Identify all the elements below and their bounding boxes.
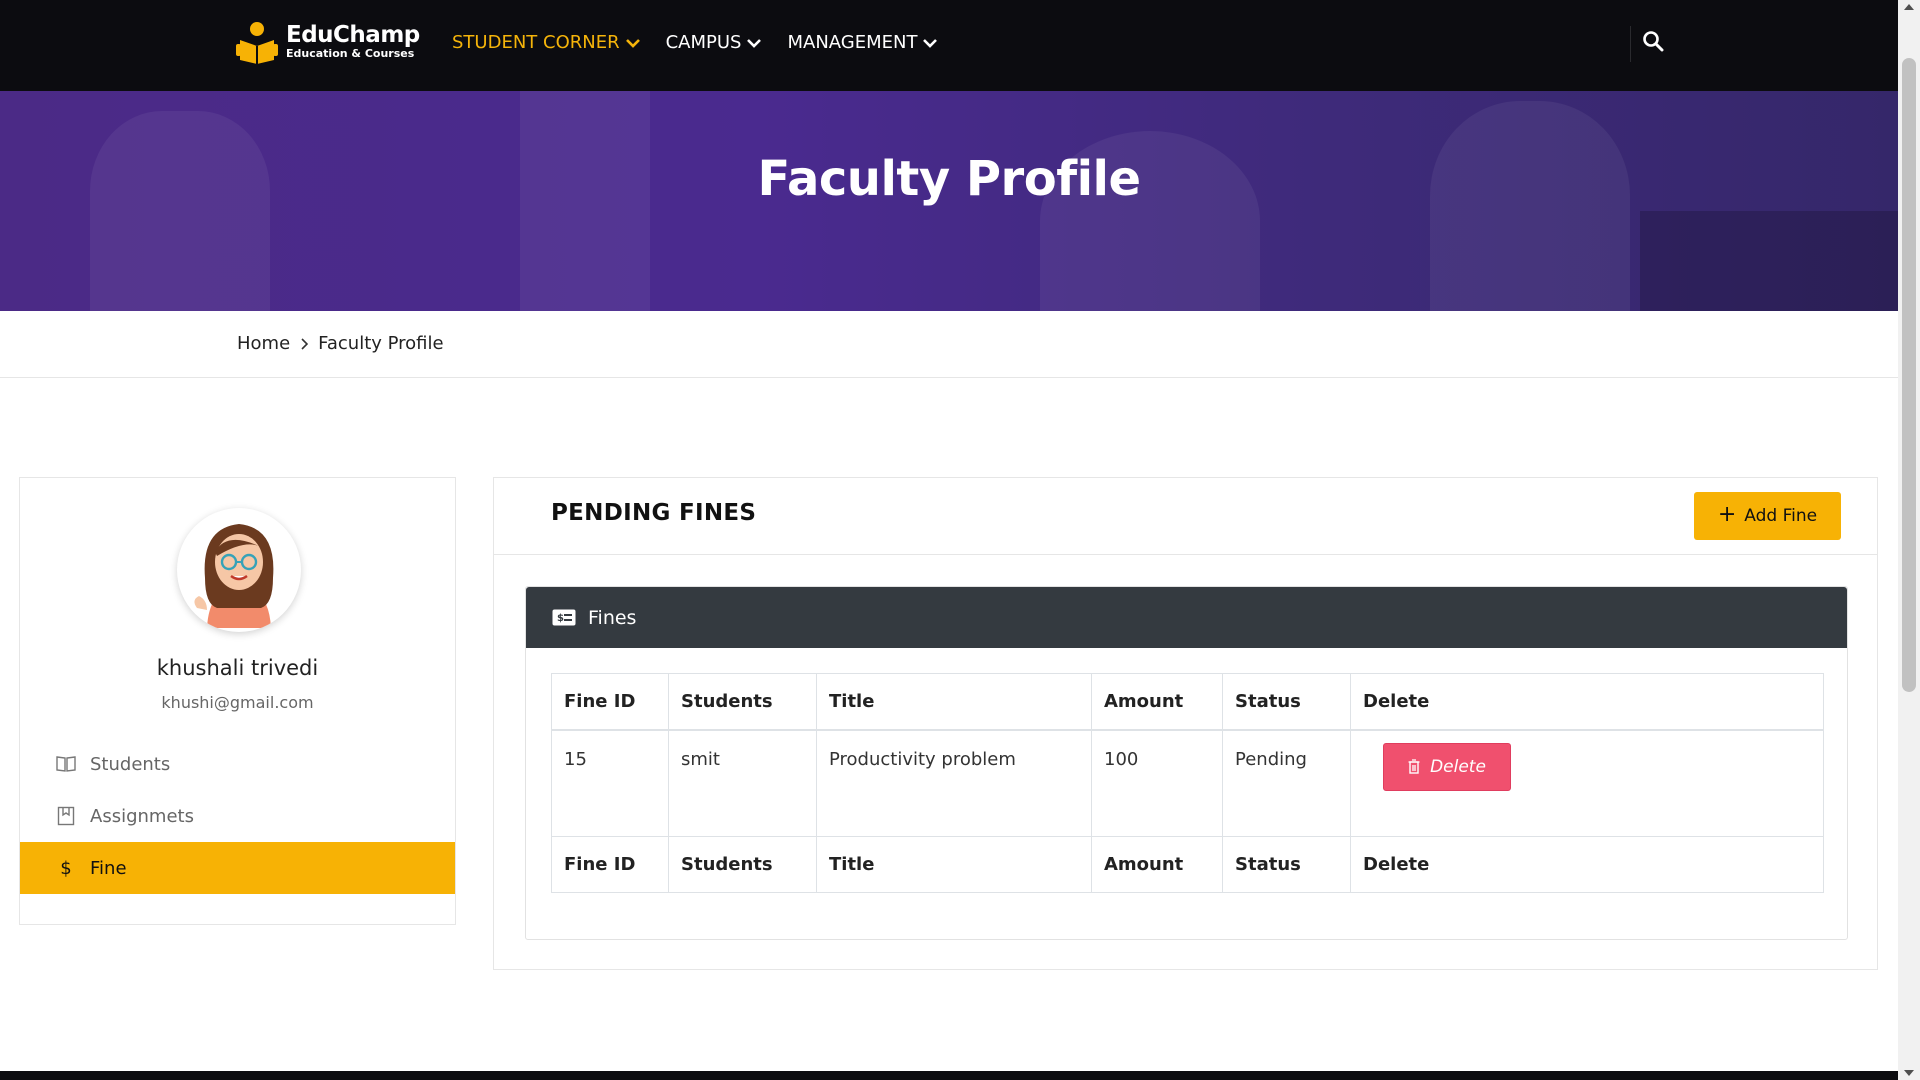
money-bill-icon: $ [552,609,576,626]
menu-item-label: Fine [90,857,127,879]
chevron-right-icon [301,337,309,350]
column-footer: Amount [1091,836,1223,893]
fines-card: $ Fines Fine ID Students Title Amount St… [525,586,1848,940]
profile-email: khushi@gmail.com [161,693,314,712]
breadcrumb: Home Faculty Profile [237,333,444,354]
column-header[interactable]: Amount [1091,673,1223,731]
profile-name: khushali trivedi [156,656,319,680]
menu-item-students[interactable]: Students [20,738,455,790]
page-scrollbar[interactable] [1898,0,1920,1080]
chevron-down-icon [923,38,938,48]
menu-item-label: Assignmets [90,805,194,827]
menu-item-fine[interactable]: $ Fine [20,842,455,894]
footer [0,1071,1898,1080]
main-nav: STUDENT CORNER CAMPUS MANAGEMENT [452,32,938,53]
search-icon[interactable] [1642,30,1664,52]
nav-student-corner-label: STUDENT CORNER [452,32,620,53]
table-header-row: Fine ID Students Title Amount Status Del… [551,673,1824,731]
table-row: 15 smit Productivity problem 100 Pending… [551,729,1824,837]
avatar [177,508,301,632]
column-header[interactable]: Delete [1350,673,1824,731]
cell-fine-id: 15 [551,729,669,837]
chevron-down-icon [625,38,640,48]
cell-student: smit [668,729,817,837]
column-header[interactable]: Fine ID [551,673,669,731]
plus-icon: + [1717,501,1737,527]
menu-item-assignments[interactable]: Assignmets [20,790,455,842]
nav-management-label: MANAGEMENT [787,32,918,53]
scroll-up-arrow-icon[interactable] [1904,4,1914,10]
menu-item-label: Students [90,753,171,775]
book-icon [56,754,76,774]
column-footer: Fine ID [551,836,669,893]
panel-header: PENDING FINES + Add Fine [494,478,1877,555]
chevron-down-icon [747,38,762,48]
delete-button[interactable]: Delete [1383,742,1511,791]
nav-campus-label: CAMPUS [665,32,742,53]
fines-table: Fine ID Students Title Amount Status Del… [551,673,1824,893]
nav-divider [1630,26,1631,62]
brand-tagline: Education & Courses [286,47,415,60]
top-navbar: EduChamp Education & Courses STUDENT COR… [0,0,1898,91]
column-footer: Delete [1350,836,1824,893]
logo-reader-icon [236,20,278,64]
fines-card-title: Fines [588,606,637,629]
bookmark-icon [56,806,76,826]
scrollbar-thumb[interactable] [1902,58,1916,692]
column-footer: Status [1222,836,1351,893]
column-footer: Students [668,836,817,893]
add-fine-button[interactable]: + Add Fine [1694,492,1841,540]
brand-logo[interactable]: EduChamp Education & Courses [236,20,420,64]
dollar-icon: $ [60,857,72,879]
breadcrumb-divider [0,377,1898,378]
brand-name: EduChamp [286,22,420,48]
breadcrumb-home[interactable]: Home [237,333,290,354]
cell-title: Productivity problem [816,729,1092,837]
profile-menu: Students Assignmets $ Fine [20,738,455,894]
banner-bg-figure [90,111,270,311]
cell-delete: Delete [1350,729,1824,837]
breadcrumb-current: Faculty Profile [318,333,444,354]
add-fine-label: Add Fine [1744,506,1818,526]
column-header[interactable]: Status [1222,673,1351,731]
cell-status: Pending [1222,729,1351,837]
cell-amount: 100 [1091,729,1223,837]
nav-student-corner[interactable]: STUDENT CORNER [452,32,640,53]
column-footer: Title [816,836,1092,893]
banner-bg-chair [1640,211,1898,311]
nav-management[interactable]: MANAGEMENT [787,32,938,53]
fines-panel: PENDING FINES + Add Fine $ Fines Fine ID… [493,477,1878,970]
page-title: Faculty Profile [757,151,1141,207]
nav-campus[interactable]: CAMPUS [666,32,762,53]
column-header[interactable]: Students [668,673,817,731]
page-banner: Faculty Profile [0,91,1898,311]
fines-card-header: $ Fines [526,587,1847,648]
profile-card: khushali trivedi khushi@gmail.com Studen… [19,477,456,925]
delete-label: Delete [1430,756,1486,777]
scroll-down-arrow-icon[interactable] [1904,1070,1914,1076]
trash-icon [1408,759,1420,774]
panel-title: PENDING FINES [551,500,757,526]
column-header[interactable]: Title [816,673,1092,731]
svg-text:$: $ [557,613,564,624]
table-footer-row: Fine ID Students Title Amount Status Del… [551,836,1824,893]
